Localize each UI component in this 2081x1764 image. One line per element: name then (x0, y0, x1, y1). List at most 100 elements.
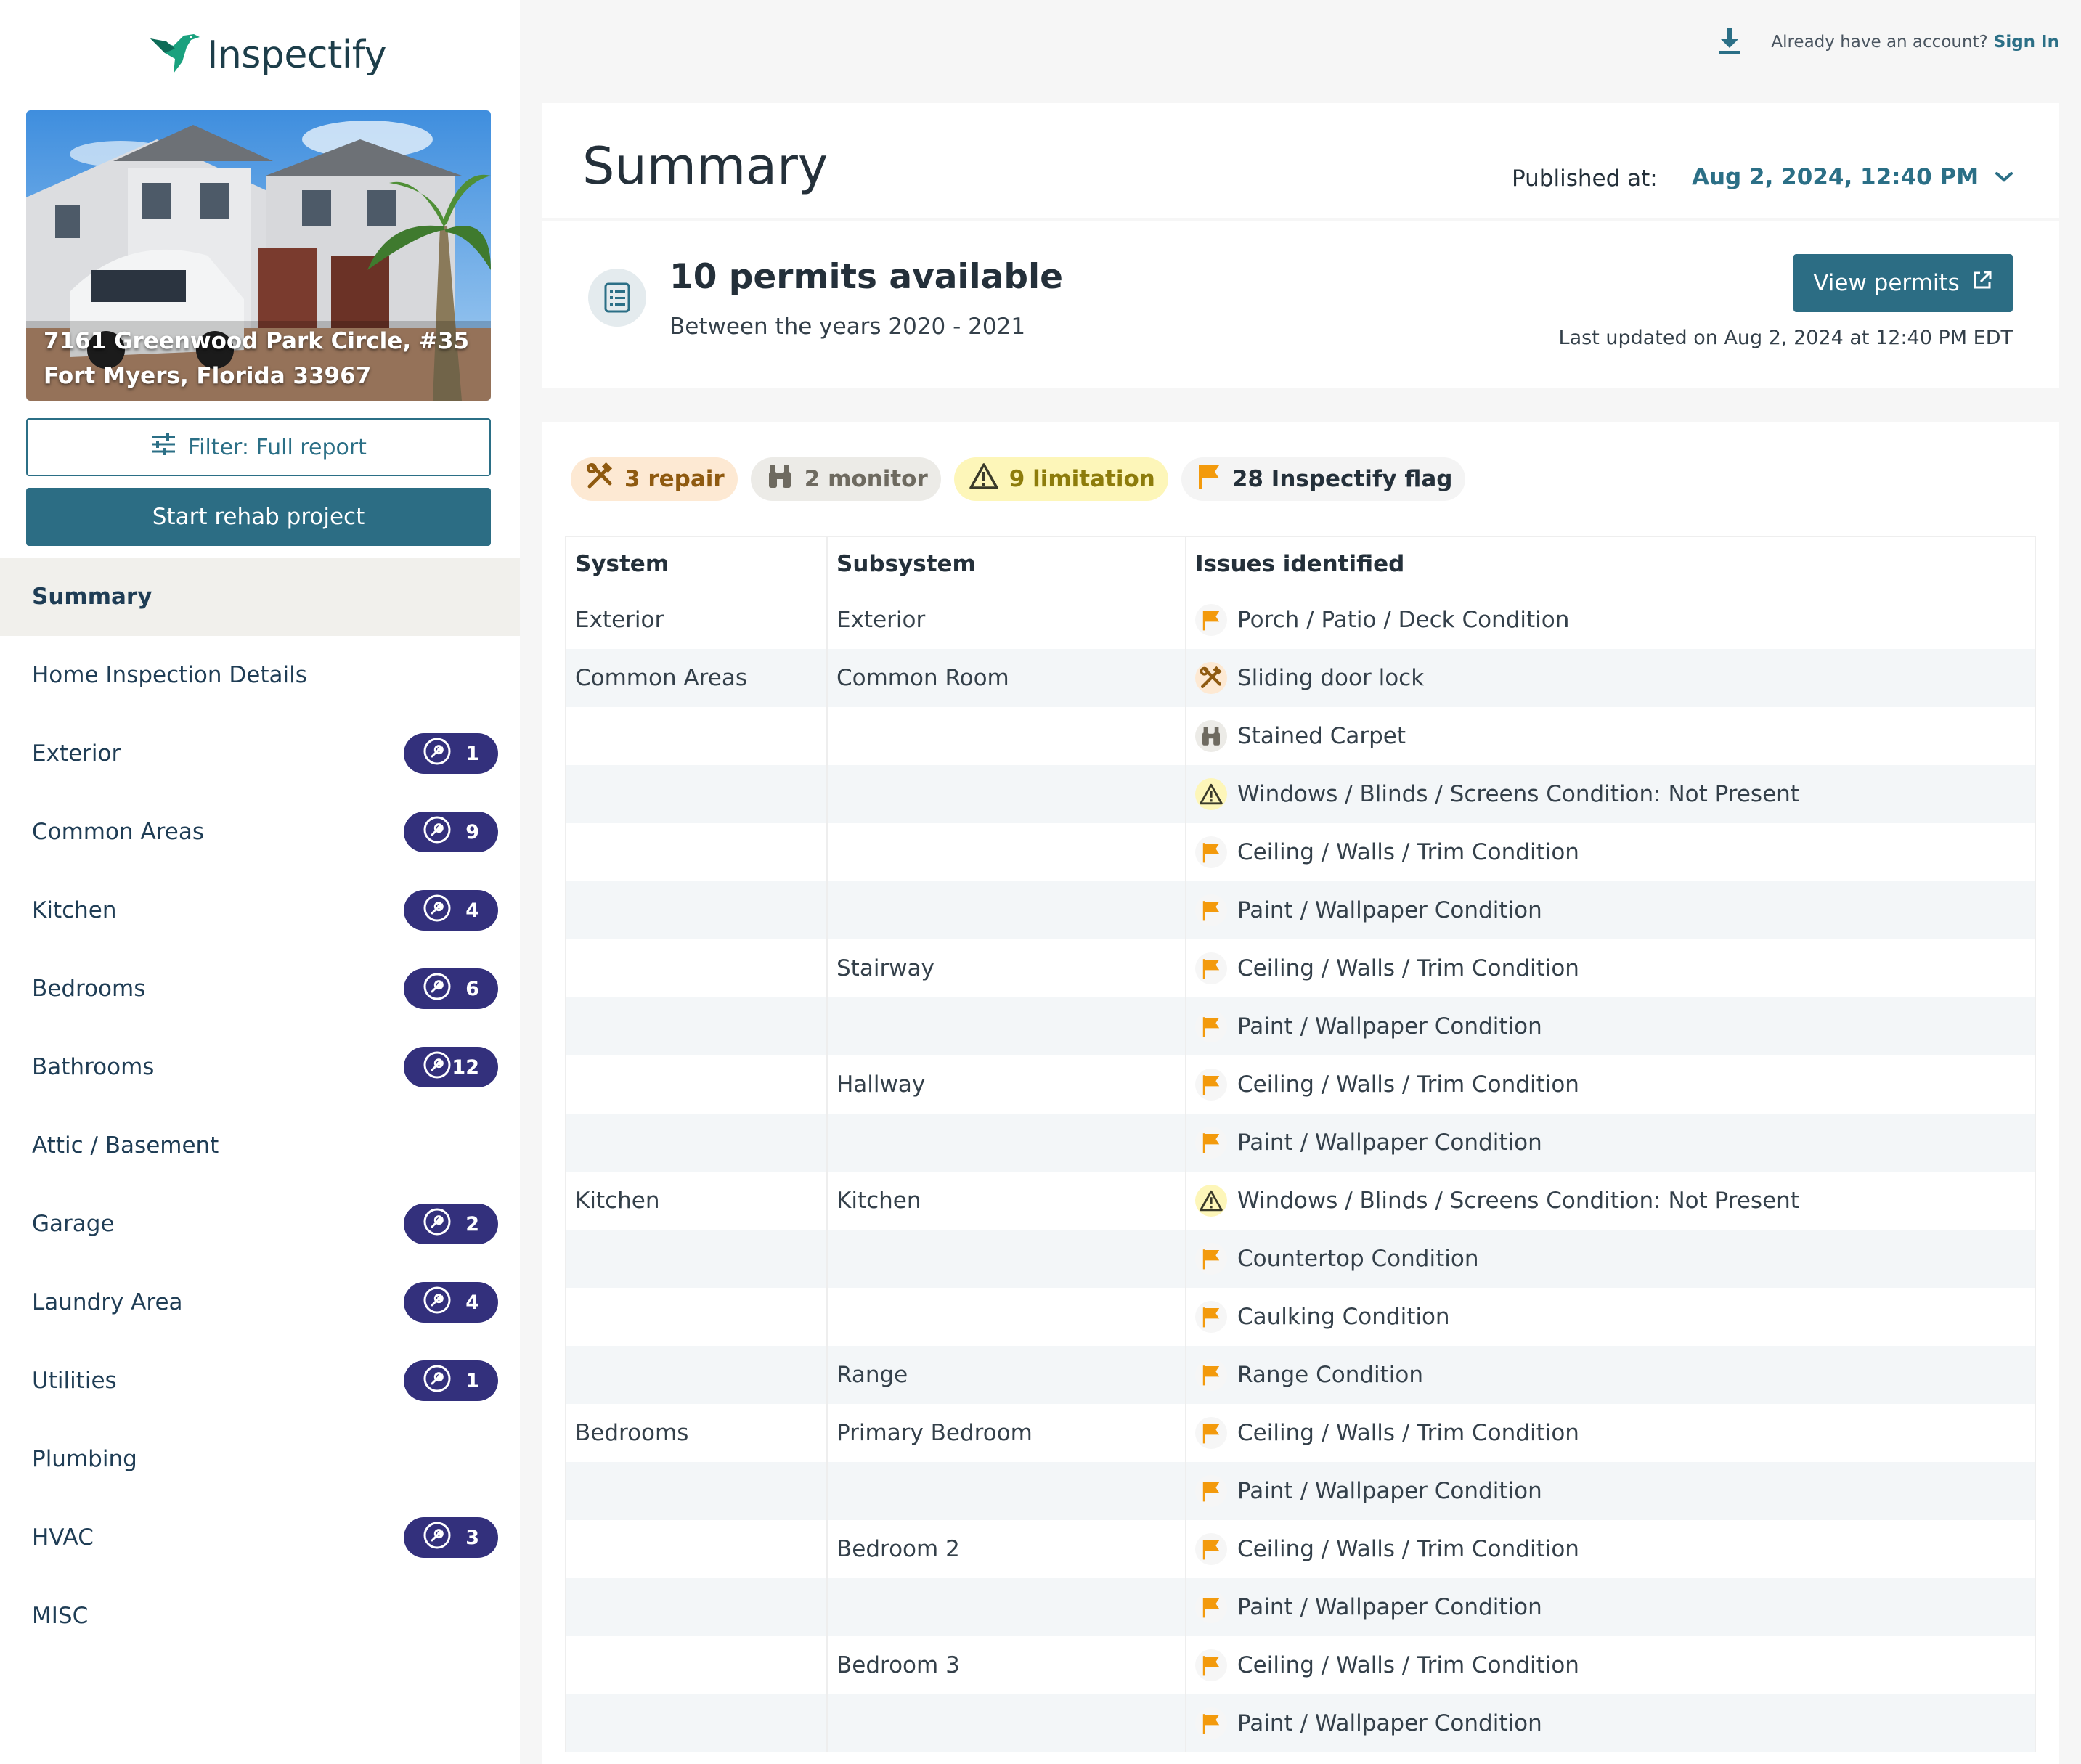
monitor-chip[interactable]: 2 monitor (750, 457, 941, 501)
table-row[interactable]: Exterior Exterior Porch / Patio / Deck Con… (565, 591, 2036, 649)
flag-icon (1195, 604, 1227, 636)
sidebar-item-exterior[interactable]: Exterior 1 (0, 714, 520, 793)
issue-count-badge: 2 (404, 1204, 498, 1244)
issue-cell[interactable]: Ceiling / Walls / Trim Condition (1185, 1404, 2036, 1462)
subsystem-cell (826, 1114, 1186, 1172)
system-cell: Exterior (565, 591, 828, 649)
subsystem-cell: Hallway (826, 1055, 1186, 1114)
flag-icon (1195, 1301, 1227, 1333)
badge-count: 2 (465, 1212, 479, 1236)
account-prompt: Already have an account? (1771, 33, 1988, 52)
issue-cell[interactable]: Sliding door lock (1185, 649, 2036, 707)
table-row[interactable]: Range Range Condition (565, 1346, 2036, 1404)
address-line2: Fort Myers, Florida 33967 (44, 363, 372, 389)
filter-button[interactable]: Filter: Full report (26, 418, 491, 476)
sidebar-item-garage[interactable]: Garage 2 (0, 1185, 520, 1263)
issue-cell[interactable]: Range Condition (1185, 1346, 2036, 1404)
wrench-hammer-icon (585, 462, 624, 497)
table-row[interactable]: Hallway Ceiling / Walls / Trim Condition (565, 1055, 2036, 1114)
issue-count-badge: 1 (404, 1360, 498, 1401)
issue-cell[interactable]: Paint / Wallpaper Condition (1185, 1578, 2036, 1636)
issue-label: Ceiling / Walls / Trim Condition (1237, 1652, 1579, 1678)
issue-count-badge: 4 (404, 890, 498, 931)
issue-cell[interactable]: Paint / Wallpaper Condition (1185, 1694, 2036, 1752)
sidebar-item-utilities[interactable]: Utilities 1 (0, 1342, 520, 1420)
sidebar-item-misc[interactable]: MISC (0, 1577, 520, 1655)
summary-header: Summary Published at: Aug 2, 2024, 12:40… (542, 103, 2059, 218)
issue-cell[interactable]: Stained Carpet (1185, 707, 2036, 765)
issue-label: Stained Carpet (1237, 723, 1406, 749)
flag-icon (1195, 1591, 1227, 1623)
logo[interactable]: Inspectify (149, 26, 386, 84)
issue-cell[interactable]: Windows / Blinds / Screens Condition: No… (1185, 1172, 2036, 1230)
table-row[interactable]: Stained Carpet (565, 707, 2036, 765)
issue-cell[interactable]: Ceiling / Walls / Trim Condition (1185, 1520, 2036, 1578)
sidebar-item-laundry-area[interactable]: Laundry Area 4 (0, 1263, 520, 1342)
table-row[interactable]: Stairway Ceiling / Walls / Trim Condition (565, 939, 2036, 997)
table-row[interactable]: Paint / Wallpaper Condition (565, 1578, 2036, 1636)
table-row[interactable]: Paint / Wallpaper Condition (565, 997, 2036, 1055)
issue-cell[interactable]: Ceiling / Walls / Trim Condition (1185, 1055, 2036, 1114)
limitation-chip[interactable]: 9 limitation (953, 457, 1168, 501)
sidebar-item-summary[interactable]: Summary (0, 558, 520, 636)
table-row[interactable]: Countertop Condition (565, 1230, 2036, 1288)
sidebar-item-bathrooms[interactable]: Bathrooms 12 (0, 1028, 520, 1106)
published-date-select[interactable]: Aug 2, 2024, 12:40 PM (1692, 164, 1979, 190)
issue-cell[interactable]: Ceiling / Walls / Trim Condition (1185, 939, 2036, 997)
issue-cell[interactable]: Paint / Wallpaper Condition (1185, 997, 2036, 1055)
flag-icon (1195, 1010, 1227, 1042)
flag-icon (1195, 1417, 1227, 1449)
issue-cell[interactable]: Ceiling / Walls / Trim Condition (1185, 823, 2036, 881)
download-icon[interactable] (1717, 26, 1742, 58)
inspectify-flag-chip[interactable]: 28 Inspectify flag (1181, 457, 1466, 501)
wrench-hammer-icon (1195, 662, 1227, 694)
binoculars-icon (1195, 720, 1227, 752)
issue-cell[interactable]: Countertop Condition (1185, 1230, 2036, 1288)
issue-cell[interactable]: Paint / Wallpaper Condition (1185, 1114, 2036, 1172)
issue-cell[interactable]: Paint / Wallpaper Condition (1185, 881, 2036, 939)
table-row[interactable]: Paint / Wallpaper Condition (565, 1694, 2036, 1752)
sidebar-item-hvac[interactable]: HVAC 3 (0, 1498, 520, 1577)
table-row[interactable]: Ceiling / Walls / Trim Condition (565, 823, 2036, 881)
column-header-system: System (565, 536, 828, 591)
table-row[interactable]: Common Areas Common Room Sliding door lock (565, 649, 2036, 707)
issue-label: Windows / Blinds / Screens Condition: No… (1237, 781, 1799, 807)
issue-label: Paint / Wallpaper Condition (1237, 1013, 1542, 1040)
chevron-down-icon[interactable] (1994, 170, 2014, 187)
sidebar-item-common-areas[interactable]: Common Areas 9 (0, 793, 520, 871)
sidebar-item-attic-basement[interactable]: Attic / Basement (0, 1106, 520, 1185)
flag-icon (1195, 1127, 1227, 1159)
system-cell (565, 881, 828, 939)
table-row[interactable]: Windows / Blinds / Screens Condition: No… (565, 765, 2036, 823)
system-cell (565, 1578, 828, 1636)
table-row[interactable]: Paint / Wallpaper Condition (565, 881, 2036, 939)
table-row[interactable]: Bedroom 2 Ceiling / Walls / Trim Conditio… (565, 1520, 2036, 1578)
start-rehab-button[interactable]: Start rehab project (26, 488, 491, 546)
table-row[interactable]: Bedrooms Primary Bedroom Ceiling / Walls /… (565, 1404, 2036, 1462)
issue-label: Windows / Blinds / Screens Condition: No… (1237, 1188, 1799, 1214)
issue-cell[interactable]: Caulking Condition (1185, 1288, 2036, 1346)
issue-cell[interactable]: Porch / Patio / Deck Condition (1185, 591, 2036, 649)
table-row[interactable]: Paint / Wallpaper Condition (565, 1114, 2036, 1172)
issue-cell[interactable]: Paint / Wallpaper Condition (1185, 1462, 2036, 1520)
sidebar-item-bedrooms[interactable]: Bedrooms 6 (0, 950, 520, 1028)
issue-cell[interactable]: Ceiling / Walls / Trim Condition (1185, 1636, 2036, 1694)
table-row[interactable]: Kitchen Kitchen Windows / Blinds / Screens… (565, 1172, 2036, 1230)
flag-icon (1195, 1359, 1227, 1391)
sidebar-item-home-inspection-details[interactable]: Home Inspection Details (0, 636, 520, 714)
sidebar-item-kitchen[interactable]: Kitchen 4 (0, 871, 520, 950)
issue-cell[interactable]: Windows / Blinds / Screens Condition: No… (1185, 765, 2036, 823)
warning-triangle-icon (1195, 778, 1227, 810)
repair-chip[interactable]: 3 repair (571, 457, 738, 501)
table-row[interactable]: Caulking Condition (565, 1288, 2036, 1346)
table-row[interactable]: Paint / Wallpaper Condition (565, 1462, 2036, 1520)
system-cell (565, 707, 828, 765)
view-permits-button[interactable]: View permits (1793, 254, 2013, 312)
sign-in-link[interactable]: Sign In (1994, 33, 2059, 52)
system-cell (565, 1055, 828, 1114)
issue-count-badge: 12 (404, 1047, 498, 1087)
sidebar-item-plumbing[interactable]: Plumbing (0, 1420, 520, 1498)
subsystem-cell (826, 1288, 1186, 1346)
table-row[interactable]: Bedroom 3 Ceiling / Walls / Trim Conditio… (565, 1636, 2036, 1694)
repair-chip-label: 3 repair (624, 466, 725, 492)
